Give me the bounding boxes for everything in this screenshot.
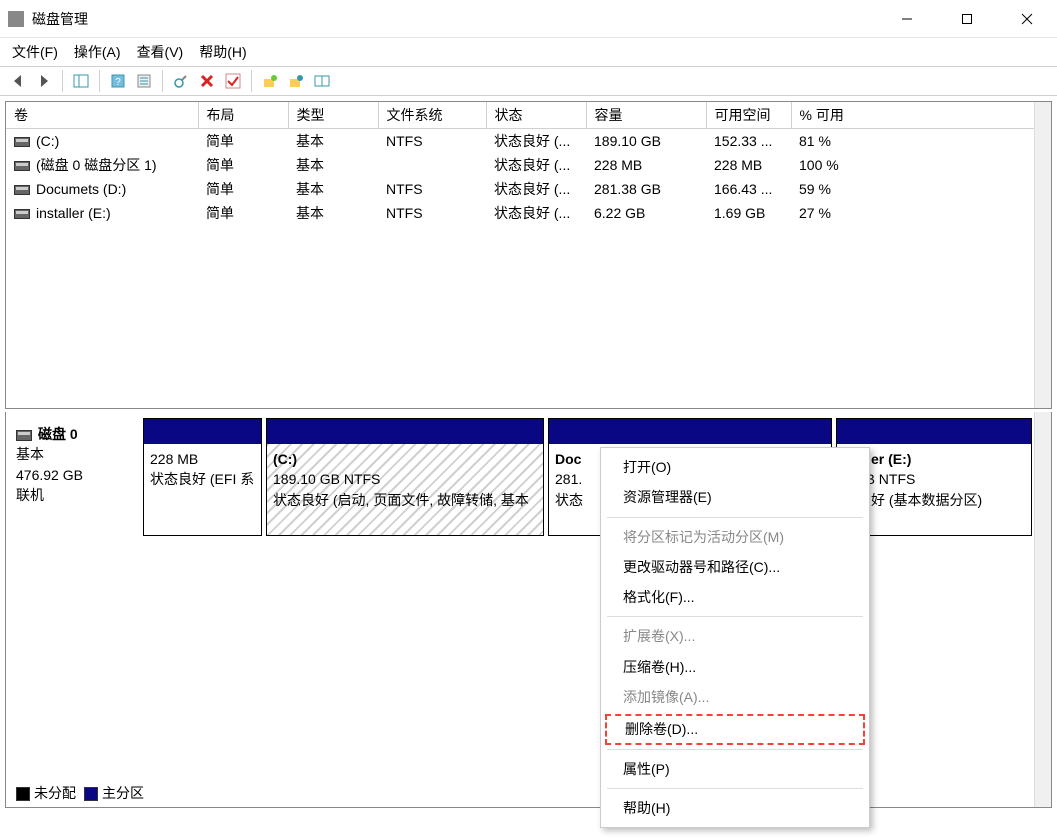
content-area: 卷 布局 类型 文件系统 状态 容量 可用空间 % 可用 (C:)简单基本NTF… [0, 96, 1057, 813]
menu-action[interactable]: 操作(A) [74, 42, 121, 62]
menu-separator [607, 517, 863, 518]
partition[interactable]: (C:)189.10 GB NTFS状态良好 (启动, 页面文件, 故障转储, … [266, 418, 544, 536]
menu-separator [607, 788, 863, 789]
app-icon [8, 11, 24, 27]
partition[interactable]: 228 MB状态良好 (EFI 系 [143, 418, 262, 536]
col-capacity[interactable]: 容量 [586, 102, 706, 129]
menu-help[interactable]: 帮助(H) [199, 42, 246, 62]
context-menu: 打开(O) 资源管理器(E) 将分区标记为活动分区(M) 更改驱动器号和路径(C… [600, 447, 870, 828]
table-row[interactable]: Documets (D:)简单基本NTFS状态良好 (...281.38 GB1… [6, 177, 1051, 201]
window-title: 磁盘管理 [32, 9, 877, 29]
menu-separator [607, 616, 863, 617]
col-pct[interactable]: % 可用 [791, 102, 1051, 129]
volume-icon [14, 185, 30, 195]
ctx-shrink[interactable]: 压缩卷(H)... [601, 652, 869, 682]
volume-list: 卷 布局 类型 文件系统 状态 容量 可用空间 % 可用 (C:)简单基本NTF… [5, 101, 1052, 409]
back-button[interactable] [6, 69, 30, 93]
menu-separator [607, 749, 863, 750]
table-row[interactable]: (磁盘 0 磁盘分区 1)简单基本状态良好 (...228 MB228 MB10… [6, 153, 1051, 177]
legend-unallocated: 未分配 [34, 785, 76, 801]
table-row[interactable]: (C:)简单基本NTFS状态良好 (...189.10 GB152.33 ...… [6, 129, 1051, 154]
disk-row: 磁盘 0 基本 476.92 GB 联机 228 MB状态良好 (EFI 系(C… [12, 418, 1045, 536]
scrollbar[interactable] [1034, 102, 1051, 408]
action3-icon[interactable] [310, 69, 334, 93]
help-icon[interactable]: ? [106, 69, 130, 93]
volume-icon [14, 137, 30, 147]
disk-panel: 磁盘 0 基本 476.92 GB 联机 228 MB状态良好 (EFI 系(C… [5, 412, 1052, 808]
minimize-button[interactable] [877, 0, 937, 38]
volume-icon [14, 209, 30, 219]
legend-primary: 主分区 [102, 785, 144, 801]
toolbar-separator [99, 70, 100, 92]
col-fs[interactable]: 文件系统 [378, 102, 486, 129]
ctx-properties[interactable]: 属性(P) [601, 754, 869, 784]
toolbar-separator [162, 70, 163, 92]
menu-view[interactable]: 查看(V) [137, 42, 184, 62]
disk-state: 联机 [16, 485, 139, 505]
refresh-icon[interactable] [169, 69, 193, 93]
properties-icon[interactable] [132, 69, 156, 93]
table-row[interactable]: installer (E:)简单基本NTFS状态良好 (...6.22 GB1.… [6, 201, 1051, 225]
delete-icon[interactable] [195, 69, 219, 93]
ctx-explorer[interactable]: 资源管理器(E) [601, 482, 869, 512]
col-volume[interactable]: 卷 [6, 102, 198, 129]
scrollbar[interactable] [1034, 412, 1051, 807]
toolbar: ? [0, 66, 1057, 96]
svg-text:?: ? [115, 77, 121, 88]
legend: 未分配 主分区 [16, 783, 144, 803]
check-icon[interactable] [221, 69, 245, 93]
toolbar-separator [251, 70, 252, 92]
ctx-format[interactable]: 格式化(F)... [601, 582, 869, 612]
action1-icon[interactable] [258, 69, 282, 93]
ctx-mirror: 添加镜像(A)... [601, 682, 869, 712]
disk-info: 磁盘 0 基本 476.92 GB 联机 [12, 418, 143, 536]
maximize-button[interactable] [937, 0, 997, 38]
forward-button[interactable] [32, 69, 56, 93]
ctx-extend: 扩展卷(X)... [601, 621, 869, 651]
ctx-delete-volume[interactable]: 删除卷(D)... [605, 714, 865, 744]
col-layout[interactable]: 布局 [198, 102, 288, 129]
legend-black-swatch [16, 787, 30, 801]
disk-type: 基本 [16, 444, 139, 464]
ctx-open[interactable]: 打开(O) [601, 452, 869, 482]
partitions: 228 MB状态良好 (EFI 系(C:)189.10 GB NTFS状态良好 … [143, 418, 1045, 536]
ctx-change-letter[interactable]: 更改驱动器号和路径(C)... [601, 552, 869, 582]
action2-icon[interactable] [284, 69, 308, 93]
window-controls [877, 0, 1057, 38]
menubar: 文件(F) 操作(A) 查看(V) 帮助(H) [0, 38, 1057, 66]
menu-file[interactable]: 文件(F) [12, 42, 58, 62]
volume-icon [14, 161, 30, 171]
legend-blue-swatch [84, 787, 98, 801]
ctx-mark-active: 将分区标记为活动分区(M) [601, 522, 869, 552]
show-hide-console-tree-icon[interactable] [69, 69, 93, 93]
col-status[interactable]: 状态 [486, 102, 586, 129]
ctx-help[interactable]: 帮助(H) [601, 793, 869, 823]
disk-size: 476.92 GB [16, 465, 139, 485]
close-button[interactable] [997, 0, 1057, 38]
column-headers: 卷 布局 类型 文件系统 状态 容量 可用空间 % 可用 [6, 102, 1051, 129]
col-type[interactable]: 类型 [288, 102, 378, 129]
titlebar: 磁盘管理 [0, 0, 1057, 38]
col-free[interactable]: 可用空间 [706, 102, 791, 129]
toolbar-separator [62, 70, 63, 92]
disk-icon [16, 430, 32, 441]
disk-label: 磁盘 0 [38, 426, 78, 442]
